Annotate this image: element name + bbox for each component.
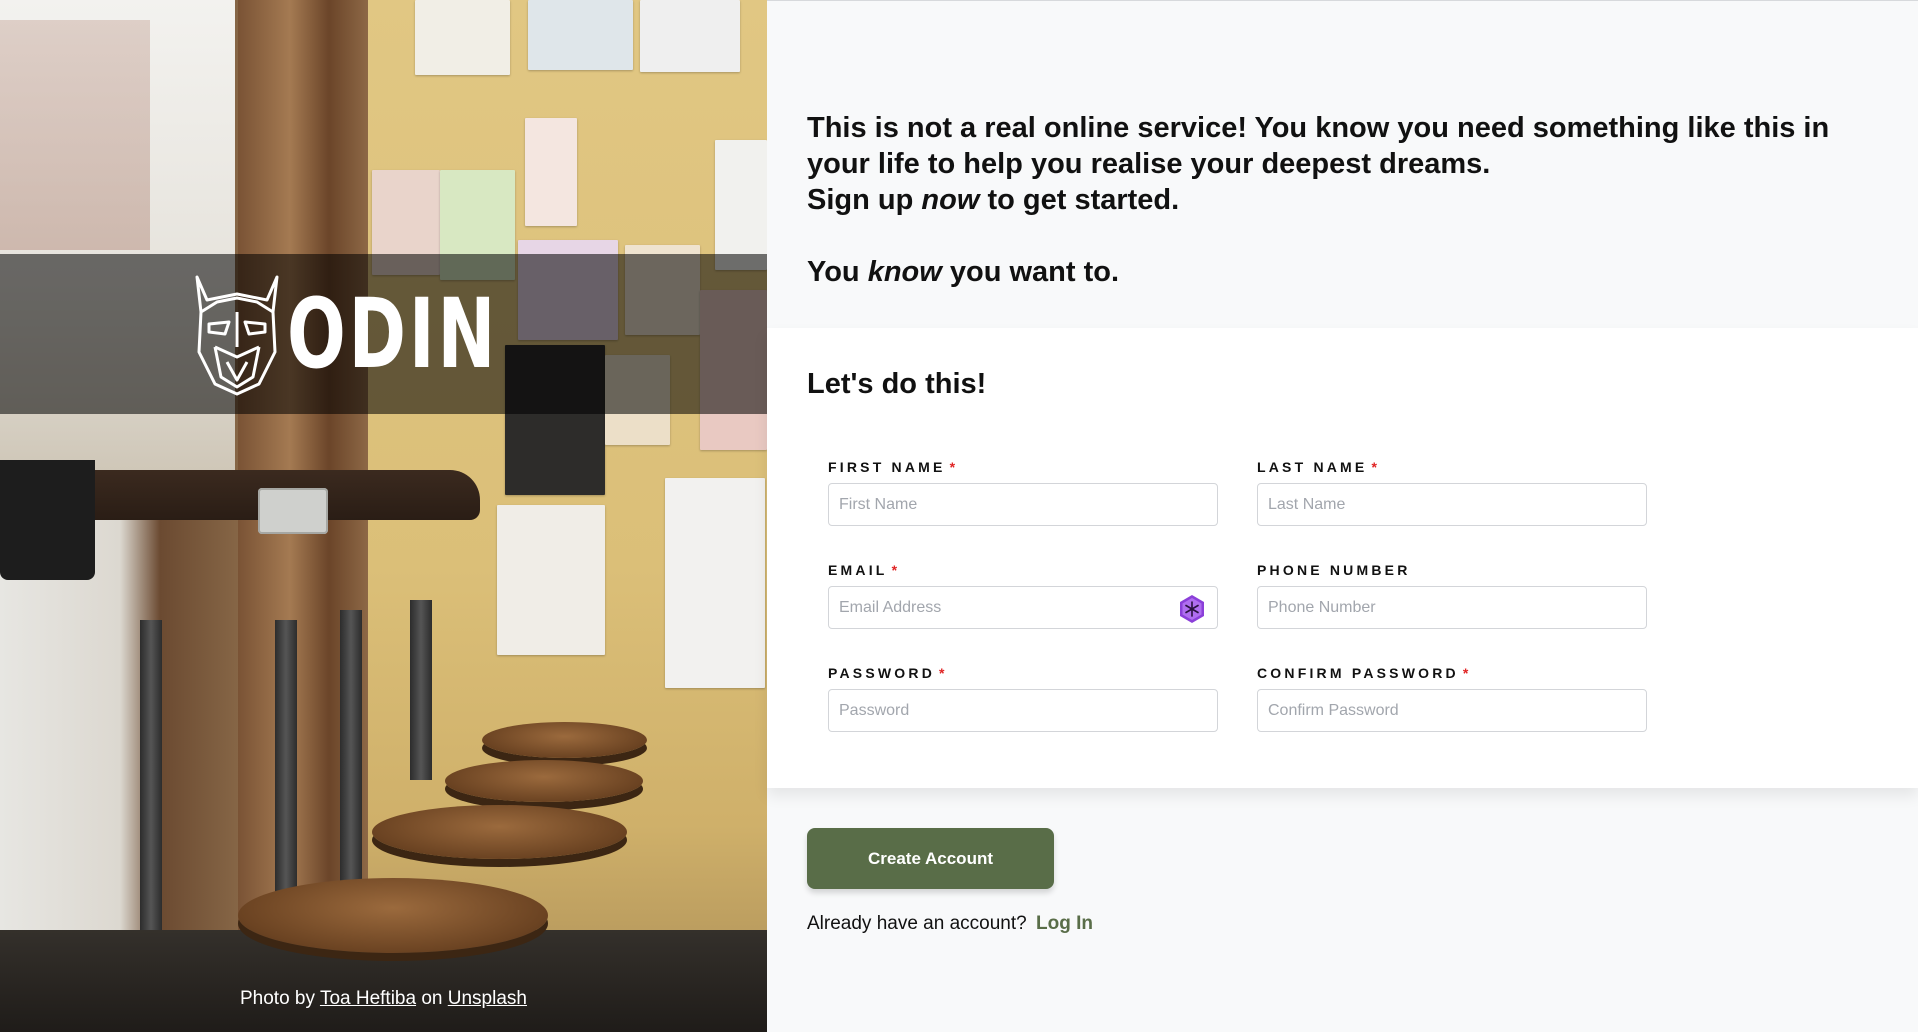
last-name-label-text: LAST NAME (1257, 459, 1368, 475)
intro-line-2: Sign up now to get started. (807, 182, 1867, 218)
email-box (828, 586, 1218, 629)
signup-form-card: Let's do this! FIRST NAME* LAST NAME* EM… (767, 328, 1918, 788)
brick-building-outside (0, 20, 150, 250)
last-name-field: LAST NAME * (1257, 459, 1647, 526)
password-input[interactable] (829, 690, 1217, 731)
stool-leg (340, 610, 362, 890)
poster (715, 140, 767, 270)
phone-label: PHONE NUMBER (1257, 562, 1647, 578)
intro-line-3-emphasis: know (867, 256, 942, 288)
credit-site-link[interactable]: Unsplash (448, 988, 527, 1009)
last-name-input[interactable] (1258, 484, 1646, 525)
phone-label-text: PHONE NUMBER (1257, 562, 1411, 578)
last-name-box (1257, 483, 1647, 526)
stool-leg (275, 620, 297, 920)
first-name-field: FIRST NAME * (828, 459, 1218, 526)
confirm-password-input[interactable] (1258, 690, 1646, 731)
stool-leg (410, 600, 432, 780)
intro-line-2-emphasis: now (921, 184, 980, 216)
required-marker: * (1462, 665, 1472, 681)
poster (497, 505, 605, 655)
password-manager-icon[interactable] (1177, 594, 1207, 624)
last-name-label: LAST NAME * (1257, 459, 1647, 475)
login-prompt: Already have an account? Log In (807, 913, 1093, 935)
phone-box (1257, 586, 1647, 629)
power-outlet (258, 488, 328, 534)
confirm-password-label-text: CONFIRM PASSWORD (1257, 665, 1459, 681)
first-name-label: FIRST NAME * (828, 459, 1218, 475)
intro-line-3-post: you want to. (949, 256, 1120, 288)
credit-author-link[interactable]: Toa Heftiba (320, 988, 416, 1009)
required-marker: * (1371, 459, 1381, 475)
phone-input[interactable] (1258, 587, 1646, 628)
bar-stool (372, 805, 627, 859)
email-label: EMAIL * (828, 562, 1218, 578)
bar-stool (238, 878, 548, 953)
poster (665, 478, 765, 688)
intro-line-3: You know you want to. (807, 254, 1867, 290)
email-field: EMAIL * (828, 562, 1218, 629)
poster (640, 0, 740, 72)
intro-text: This is not a real online service! You k… (807, 110, 1867, 290)
form-heading: Let's do this! (807, 368, 987, 400)
required-marker: * (939, 665, 948, 681)
credit-prefix: Photo by (240, 988, 315, 1009)
create-account-button[interactable]: Create Account (807, 828, 1054, 889)
poster (528, 0, 633, 70)
login-prompt-text: Already have an account? (807, 913, 1027, 934)
photo-credit: Photo by Toa Heftiba on Unsplash (0, 988, 767, 1010)
intro-line-2-post: to get started. (987, 184, 1180, 216)
first-name-label-text: FIRST NAME (828, 459, 946, 475)
confirm-password-label: CONFIRM PASSWORD * (1257, 665, 1647, 681)
viking-helmet-icon (195, 275, 279, 395)
email-label-text: EMAIL (828, 562, 888, 578)
intro-line-3-pre: You (807, 256, 860, 288)
hero-image-panel: ODIN Photo by Toa Heftiba on Unsplash (0, 0, 767, 1032)
required-marker: * (949, 459, 959, 475)
password-field: PASSWORD * (828, 665, 1218, 732)
logo-banner: ODIN (0, 254, 767, 414)
phone-field: PHONE NUMBER (1257, 562, 1647, 629)
poster (525, 118, 577, 226)
password-label: PASSWORD * (828, 665, 1218, 681)
plant-pot (0, 460, 95, 580)
login-link[interactable]: Log In (1036, 913, 1093, 934)
confirm-password-box (1257, 689, 1647, 732)
bar-stool (445, 760, 643, 802)
intro-line-1: This is not a real online service! You k… (807, 112, 1830, 180)
first-name-input[interactable] (829, 484, 1217, 525)
intro-line-2-pre: Sign up (807, 184, 914, 216)
bar-stool (482, 722, 647, 758)
first-name-box (828, 483, 1218, 526)
top-border (767, 0, 1918, 1)
confirm-password-field: CONFIRM PASSWORD * (1257, 665, 1647, 732)
password-box (828, 689, 1218, 732)
required-marker: * (891, 562, 901, 578)
logo-wordmark: ODIN (286, 278, 499, 390)
email-input[interactable] (829, 587, 1217, 628)
password-label-text: PASSWORD (828, 665, 936, 681)
poster (415, 0, 510, 75)
credit-middle: on (421, 988, 443, 1009)
